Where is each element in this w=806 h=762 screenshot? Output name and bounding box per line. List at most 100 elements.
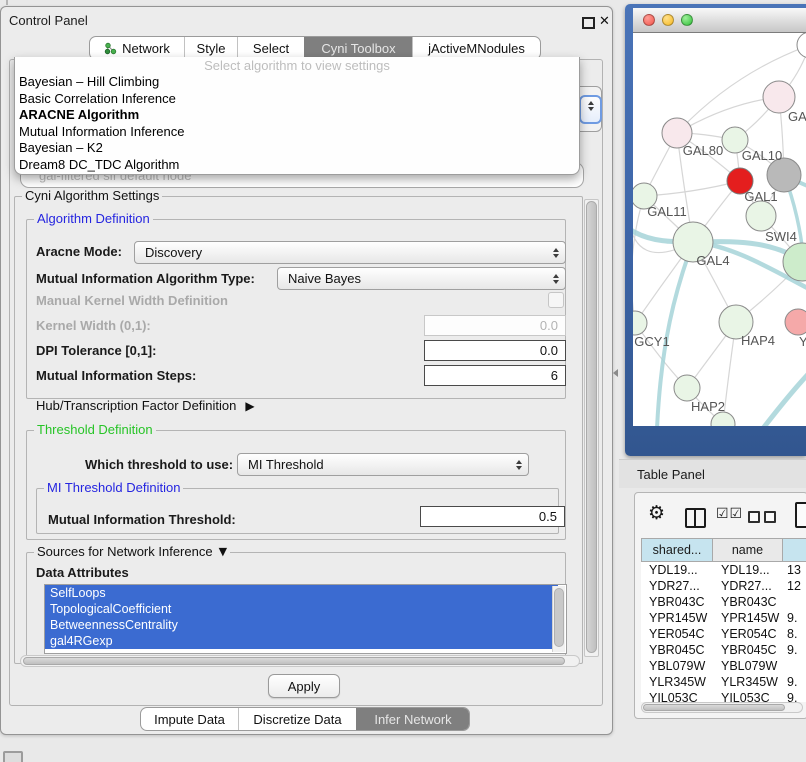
tab-discretize-data[interactable]: Discretize Data [238, 708, 356, 730]
cell: YER054C [641, 626, 713, 642]
scrollbar-thumb[interactable] [23, 657, 565, 665]
expander-down-icon: ▼ [219, 545, 227, 559]
list-item[interactable]: BetweennessCentrality [45, 617, 558, 633]
close-panel-icon[interactable]: ✕ [599, 14, 610, 29]
table-panel-header: Table Panel [619, 459, 806, 488]
tab-style[interactable]: Style [184, 37, 237, 59]
table-horizontal-scrollbar[interactable] [641, 702, 803, 713]
dpi-tolerance-field[interactable]: 0.0 [424, 340, 566, 361]
algorithm-option-selected[interactable]: ARACNE Algorithm [15, 107, 579, 124]
network-window-titlebar[interactable] [633, 8, 806, 33]
tab-impute-data[interactable]: Impute Data [141, 708, 238, 730]
list-item[interactable]: SelfLoops [45, 585, 558, 601]
network-canvas[interactable]: GAL GAL80 GAL10 GAL1 GAL11 SWI4 GAL4 GCY… [633, 33, 806, 426]
empty-checkbox-icon [748, 511, 760, 523]
tab-select[interactable]: Select [237, 37, 304, 59]
apply-label: Apply [288, 679, 321, 694]
column-header-name[interactable]: name [713, 538, 783, 562]
split-columns-icon[interactable] [685, 508, 706, 528]
mi-threshold-field[interactable]: 0.5 [420, 506, 565, 527]
cell: YDR27... [641, 578, 713, 594]
node-swi4[interactable] [746, 201, 776, 231]
node-salmon[interactable] [785, 309, 806, 335]
deselect-all-icon[interactable] [748, 511, 780, 526]
tab-jactivemnodules[interactable]: jActiveMNodules [412, 37, 540, 59]
table-row[interactable]: YDL19...YDL19...13 [641, 562, 806, 578]
table-file-icon[interactable] [795, 502, 806, 528]
select-all-checks-icon[interactable]: ☑☑ [716, 506, 743, 522]
node-bottom[interactable] [711, 412, 735, 426]
cell: YBR043C [713, 594, 783, 610]
kernel-width-field[interactable]: 0.0 [424, 315, 566, 336]
list-item[interactable]: TopologicalCoefficient [45, 601, 558, 617]
zoom-window-icon[interactable] [681, 14, 693, 26]
node-gray[interactable] [767, 158, 801, 192]
apply-button[interactable]: Apply [268, 674, 340, 698]
cell: YIL053C [641, 690, 713, 702]
scrollbar-thumb[interactable] [586, 201, 597, 653]
which-threshold-combo[interactable]: MI Threshold [237, 453, 529, 476]
column-header-partial[interactable] [783, 538, 806, 562]
cell: YER054C [713, 626, 783, 642]
table-row[interactable]: YBR043CYBR043C [641, 594, 806, 610]
node-gcy1[interactable] [633, 311, 647, 335]
aracne-mode-combo[interactable]: Discovery [134, 241, 566, 264]
table-row[interactable]: YBL079WYBL079W [641, 658, 806, 674]
sources-title: Sources for Network Inference [37, 545, 213, 559]
panel-splitter-arrow[interactable] [613, 369, 618, 377]
field-value: 0.0 [540, 343, 558, 358]
node-hap2[interactable] [674, 375, 700, 401]
algorithm-option[interactable]: Basic Correlation Inference [15, 91, 579, 108]
cell: YBR043C [641, 594, 713, 610]
tab-infer-network[interactable]: Infer Network [356, 708, 469, 730]
table-header-row: shared... name [641, 538, 806, 562]
table-row[interactable]: YPR145WYPR145W9. [641, 610, 806, 626]
expander-right-icon: ▶ [245, 398, 254, 414]
settings-horizontal-scrollbar[interactable] [20, 655, 580, 667]
field-value: 0.5 [539, 509, 557, 524]
column-header-shared[interactable]: shared... [641, 538, 713, 562]
node[interactable] [797, 33, 806, 58]
sources-expander[interactable]: Sources for Network Inference ▼ [34, 545, 230, 559]
table-row[interactable]: YDR27...YDR27...12 [641, 578, 806, 594]
mi-steps-field[interactable]: 6 [424, 365, 566, 386]
field-value: 6 [551, 368, 558, 383]
dpi-tolerance-label: DPI Tolerance [0,1]: [36, 343, 156, 359]
network-icon [104, 42, 117, 55]
table-row[interactable]: YIL053CYIL053C9. [641, 690, 806, 702]
scrollbar-thumb[interactable] [554, 588, 564, 647]
algorithm-option[interactable]: Dream8 DC_TDC Algorithm [15, 157, 579, 174]
aracne-mode-label: Aracne Mode: [36, 244, 122, 260]
cell: 9. [783, 674, 806, 690]
focused-stepper-fragment[interactable] [579, 95, 602, 124]
group-title: Cyni Algorithm Settings [22, 189, 162, 203]
gear-icon[interactable]: ⚙ [648, 502, 665, 524]
list-item[interactable]: gal4RGexp [45, 633, 558, 649]
list-vertical-scrollbar[interactable] [552, 586, 565, 652]
settings-vertical-scrollbar[interactable] [584, 199, 599, 657]
minimized-panel-icon[interactable] [3, 751, 23, 762]
spin-up-icon [553, 248, 559, 252]
node-label: HAP2 [691, 399, 725, 414]
tab-network[interactable]: Network [90, 37, 184, 59]
cell [783, 658, 806, 674]
cell: YPR145W [713, 610, 783, 626]
table-row[interactable]: YLR345WYLR345W9. [641, 674, 806, 690]
algorithm-option[interactable]: Mutual Information Inference [15, 124, 579, 141]
mi-steps-label: Mutual Information Steps: [36, 368, 196, 384]
tab-label: Select [253, 41, 289, 56]
algorithm-option[interactable]: Bayesian – K2 [15, 140, 579, 157]
mi-type-combo[interactable]: Naive Bayes [277, 267, 566, 290]
scrollbar-thumb[interactable] [643, 704, 785, 711]
manual-kernel-checkbox[interactable] [548, 292, 564, 308]
close-window-icon[interactable] [643, 14, 655, 26]
cell: 9. [783, 642, 806, 658]
spin-up-icon [553, 274, 559, 278]
minimize-window-icon[interactable] [662, 14, 674, 26]
table-row[interactable]: YBR045CYBR045C9. [641, 642, 806, 658]
algorithm-option[interactable]: Bayesian – Hill Climbing [15, 74, 579, 91]
hub-definition-expander[interactable]: Hub/Transcription Factor Definition ▶ [36, 398, 255, 414]
float-panel-icon[interactable] [582, 17, 595, 29]
tab-cyni-toolbox[interactable]: Cyni Toolbox [304, 37, 412, 59]
table-row[interactable]: YER054CYER054C8. [641, 626, 806, 642]
